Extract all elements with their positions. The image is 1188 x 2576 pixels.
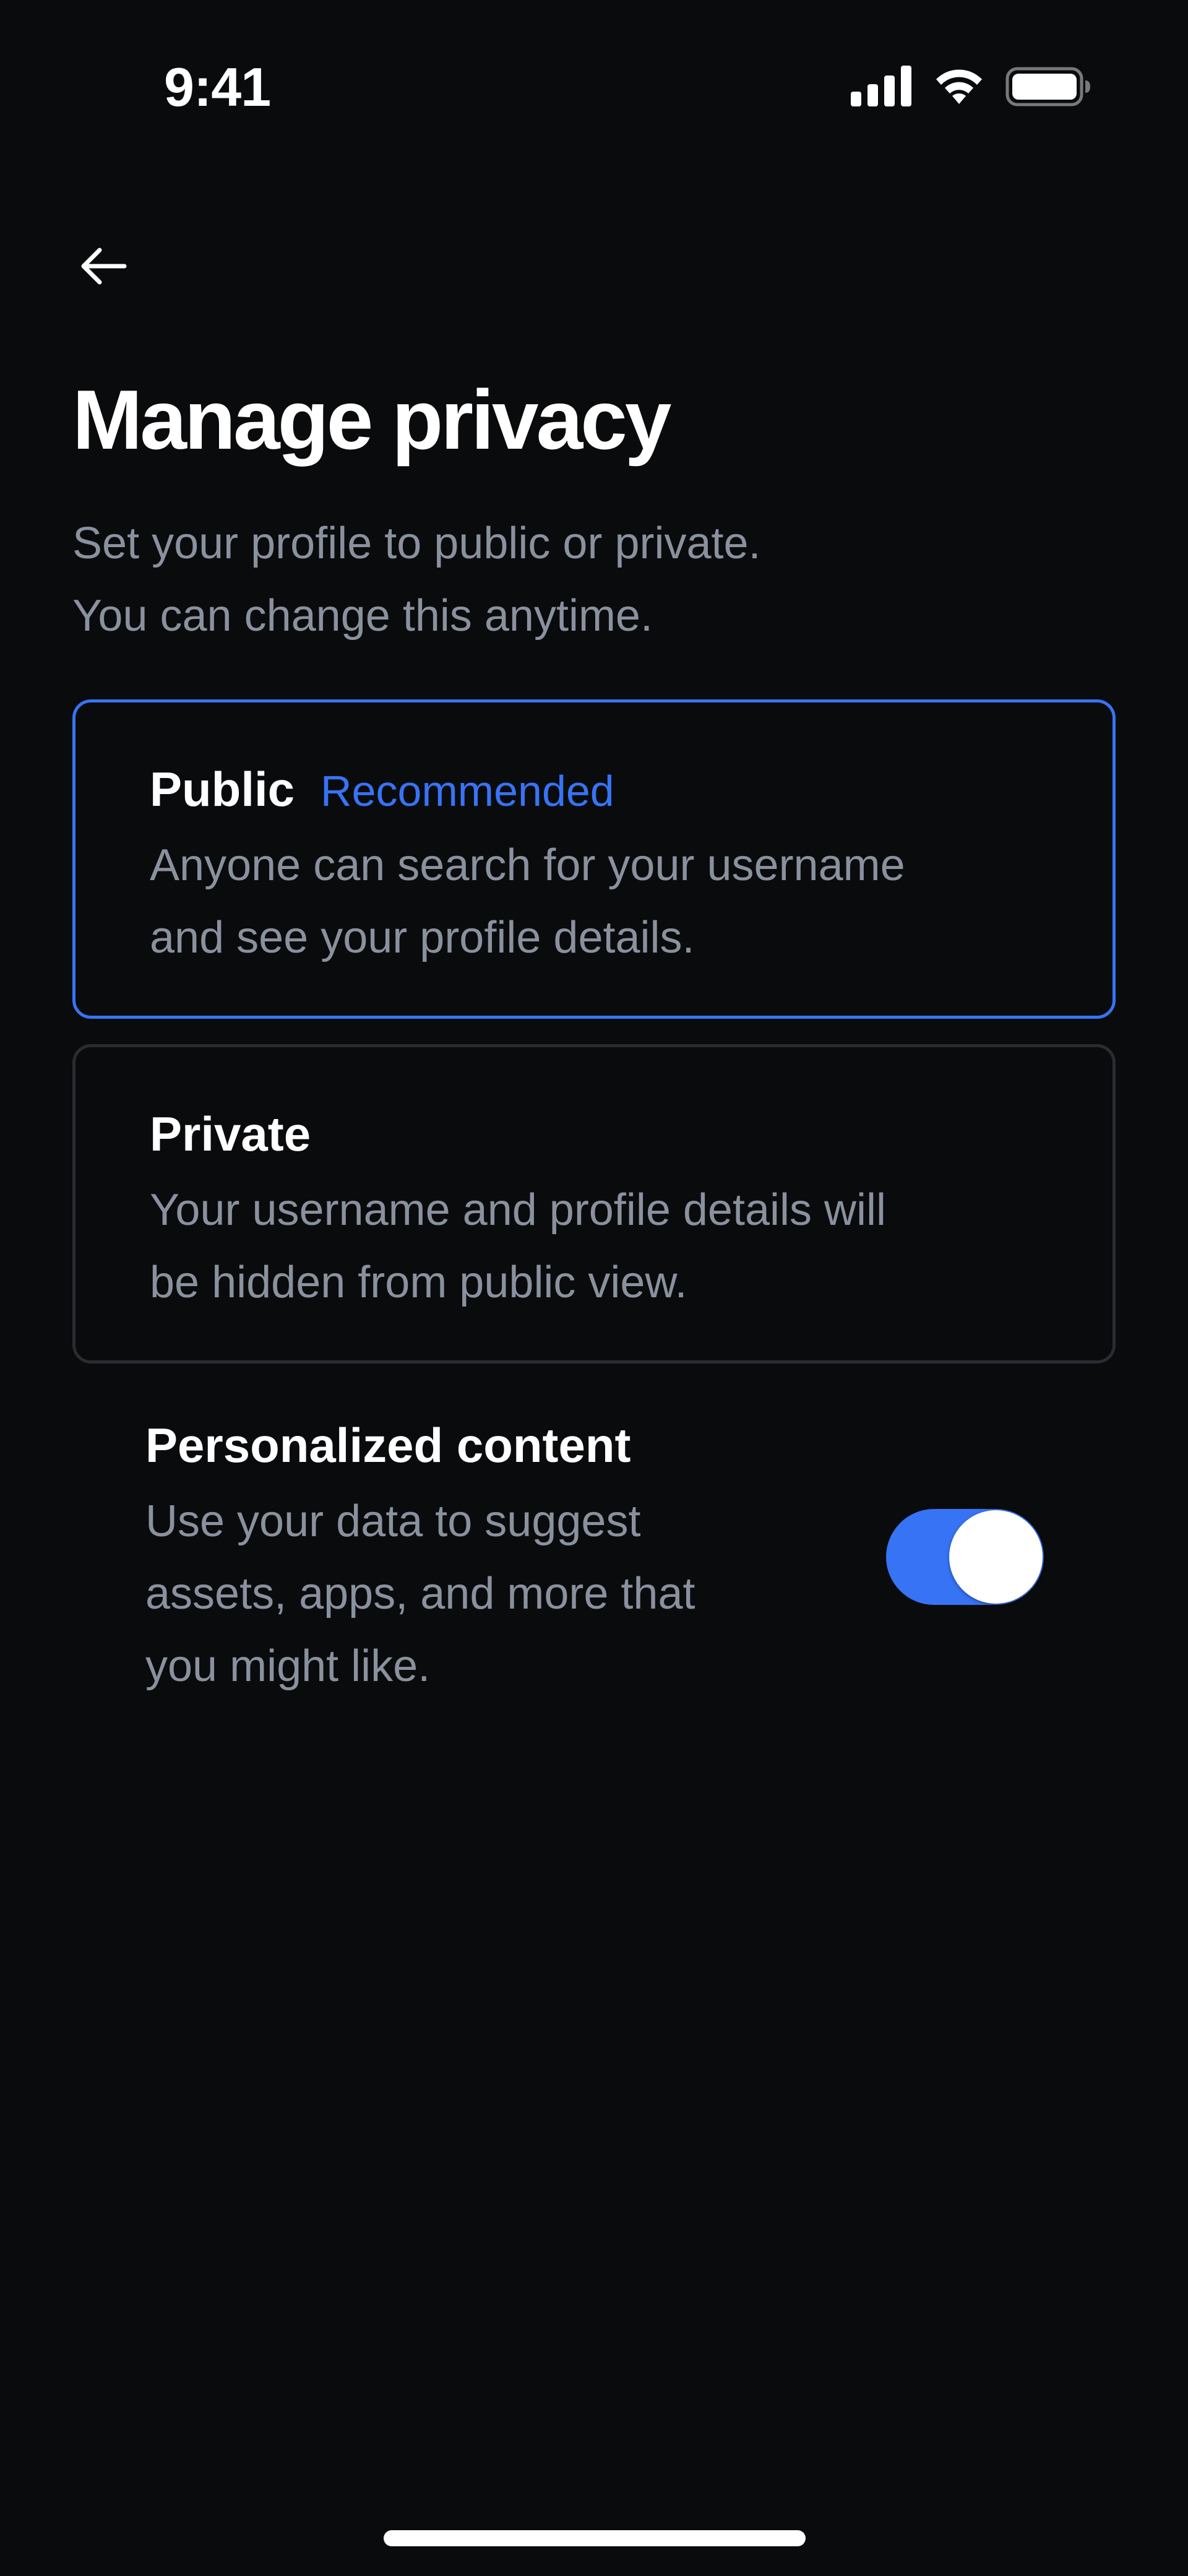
option-title-row: Public Recommended bbox=[150, 761, 614, 818]
status-bar: 9:41 bbox=[0, 0, 1188, 161]
option-description-line: Anyone can search for your username bbox=[150, 841, 905, 890]
option-description-line: be hidden from public view. bbox=[150, 1258, 687, 1307]
option-description: Your username and profile details will b… bbox=[150, 1174, 1078, 1319]
personalized-description-line: assets, apps, and more that bbox=[145, 1569, 695, 1619]
arrow-left-icon bbox=[81, 248, 127, 285]
option-description: Anyone can search for your username and … bbox=[150, 829, 1078, 974]
option-description-line: Your username and profile details will bbox=[150, 1185, 887, 1235]
personalized-description-line: you might like. bbox=[145, 1641, 431, 1691]
wifi-icon bbox=[936, 69, 982, 104]
personalized-description: Use your data to suggest assets, apps, a… bbox=[145, 1485, 826, 1703]
page-title: Manage privacy bbox=[72, 373, 671, 467]
personalized-content-toggle[interactable] bbox=[886, 1509, 1044, 1605]
page-subtitle: Set your profile to public or private. Y… bbox=[72, 508, 1124, 652]
toggle-knob bbox=[949, 1510, 1043, 1604]
battery-icon bbox=[1005, 67, 1090, 106]
page-subtitle-line: Set your profile to public or private. bbox=[72, 519, 761, 568]
personalized-content-row: Personalized content Use your data to su… bbox=[145, 1417, 1044, 1703]
option-card-public[interactable]: Public Recommended Anyone can search for… bbox=[72, 699, 1116, 1019]
home-indicator[interactable] bbox=[384, 2530, 806, 2546]
option-card-private[interactable]: Private Your username and profile detail… bbox=[72, 1044, 1116, 1364]
cellular-signal-icon bbox=[851, 66, 911, 106]
recommended-badge: Recommended bbox=[321, 767, 614, 815]
back-button[interactable] bbox=[69, 232, 137, 300]
option-title: Public bbox=[150, 762, 295, 816]
option-description-line: and see your profile details. bbox=[150, 913, 695, 962]
personalized-description-line: Use your data to suggest bbox=[145, 1497, 641, 1546]
status-time: 9:41 bbox=[164, 56, 271, 118]
option-title-row: Private bbox=[150, 1106, 311, 1162]
option-title: Private bbox=[150, 1107, 311, 1161]
personalized-title: Personalized content bbox=[145, 1418, 631, 1472]
page-subtitle-line: You can change this anytime. bbox=[72, 591, 653, 641]
